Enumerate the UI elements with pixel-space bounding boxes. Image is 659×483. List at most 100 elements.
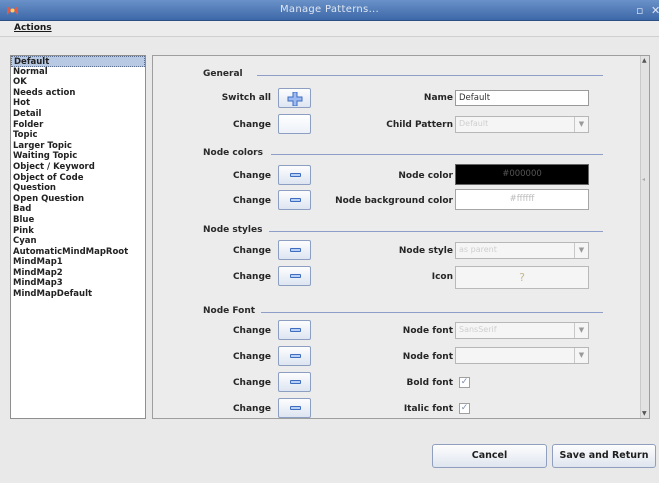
node-style-value: as parent [459,245,497,254]
change-node-style-button[interactable] [278,240,311,260]
list-item[interactable]: Larger Topic [11,141,145,152]
change-label: Change [232,378,271,388]
change-node-color-button[interactable] [278,165,311,185]
node-style-select[interactable]: as parent ▼ [455,242,589,259]
pattern-list[interactable]: Default Normal OK Needs action Hot Detail Fold… [10,55,146,419]
change-font-size-button[interactable] [278,346,311,366]
icon-label: Icon [431,272,453,282]
list-item[interactable]: Blue [11,215,145,226]
switch-all-button[interactable] [278,88,311,108]
vertical-scrollbar[interactable]: ▲ ◂ ▼ [640,56,649,418]
section-node-styles: Node styles [203,225,263,235]
chevron-down-icon: ▼ [574,348,588,363]
switch-all-label: Switch all [221,93,271,103]
node-font-value: SansSerif [459,325,497,334]
list-item[interactable]: Default [11,56,145,67]
minus-icon [290,173,301,177]
italic-font-checkbox[interactable]: ✓ [459,403,470,414]
node-background-color-label: Node background color [335,196,453,206]
list-item[interactable]: Topic [11,130,145,141]
minus-icon [290,354,301,358]
section-node-colors: Node colors [203,148,263,158]
change-label: Change [232,120,271,130]
menu-bar: Actions [0,21,659,37]
list-item[interactable]: Pink [11,226,145,237]
change-label: Change [232,171,271,181]
child-pattern-value: Default [459,119,489,128]
list-item[interactable]: Bad [11,204,145,215]
list-item[interactable]: Detail [11,109,145,120]
list-item[interactable]: MindMap1 [11,257,145,268]
list-item[interactable]: AutomaticMindMapRoot [11,247,145,258]
list-item[interactable]: MindMap3 [11,278,145,289]
change-bold-button[interactable] [278,372,311,392]
list-item[interactable]: Object of Code [11,173,145,184]
maximize-icon[interactable]: ▫ [636,4,643,17]
list-item[interactable]: Folder [11,120,145,131]
separator [257,75,603,76]
list-item[interactable]: Needs action [11,88,145,99]
list-item[interactable]: OK [11,77,145,88]
minus-icon [290,380,301,384]
bold-font-label: Bold font [406,378,453,388]
list-item[interactable]: Waiting Topic [11,151,145,162]
change-label: Change [232,352,271,362]
node-color-label: Node color [398,171,453,181]
change-label: Change [232,246,271,256]
list-item[interactable]: Open Question [11,194,145,205]
change-background-color-button[interactable] [278,190,311,210]
change-label: Change [232,404,271,414]
cancel-button[interactable]: Cancel [432,444,547,468]
chevron-down-icon: ▼ [574,323,588,338]
node-font-size-label: Node font [402,352,453,362]
save-and-return-button[interactable]: Save and Return [552,444,656,468]
minus-icon [290,406,301,410]
icon-picker[interactable]: ? [455,266,589,289]
node-font-size-select[interactable]: ▼ [455,347,589,364]
minus-icon [290,328,301,332]
name-label: Name [423,93,453,103]
change-italic-button[interactable] [278,398,311,418]
child-pattern-label: Child Pattern [386,120,453,130]
list-item[interactable]: MindMapDefault [11,289,145,300]
chevron-down-icon: ▼ [574,243,588,258]
node-font-label: Node font [402,326,453,336]
menu-actions[interactable]: Actions [14,23,52,33]
section-general: General [203,69,243,79]
title-bar: Manage Patterns... ▫ ✕ [0,0,659,21]
change-label: Change [232,272,271,282]
section-node-font: Node Font [203,306,256,316]
minus-icon [290,248,301,252]
change-node-font-button[interactable] [278,320,311,340]
bold-font-checkbox[interactable]: ✓ [459,377,470,388]
list-item[interactable]: Normal [11,67,145,78]
list-item[interactable]: Object / Keyword [11,162,145,173]
list-item[interactable]: Hot [11,98,145,109]
change-child-pattern-button[interactable] [278,114,311,134]
node-font-select[interactable]: SansSerif ▼ [455,322,589,339]
node-color-swatch[interactable]: #000000 [455,164,589,185]
italic-font-label: Italic font [403,404,453,414]
chevron-down-icon: ▼ [574,117,588,132]
change-icon-button[interactable] [278,266,311,286]
separator [271,154,603,155]
scroll-thumb[interactable]: ◂ [642,176,648,184]
child-pattern-select[interactable]: Default ▼ [455,116,589,133]
node-background-color-swatch[interactable]: #ffffff [455,189,589,210]
scroll-up-icon[interactable]: ▲ [642,57,647,64]
list-item[interactable]: Question [11,183,145,194]
name-field[interactable]: Default [455,90,589,106]
scroll-down-icon[interactable]: ▼ [642,410,647,417]
list-item[interactable]: Cyan [11,236,145,247]
plus-icon [287,92,303,106]
separator [269,231,603,232]
minus-icon [290,274,301,278]
pattern-properties-panel: General Switch all Name Default Change C… [152,55,650,419]
change-label: Change [232,326,271,336]
change-label: Change [232,196,271,206]
window-title: Manage Patterns... [279,4,380,15]
list-item[interactable]: MindMap2 [11,268,145,279]
minus-icon [290,198,301,202]
close-icon[interactable]: ✕ [651,4,659,17]
node-style-label: Node style [398,246,453,256]
